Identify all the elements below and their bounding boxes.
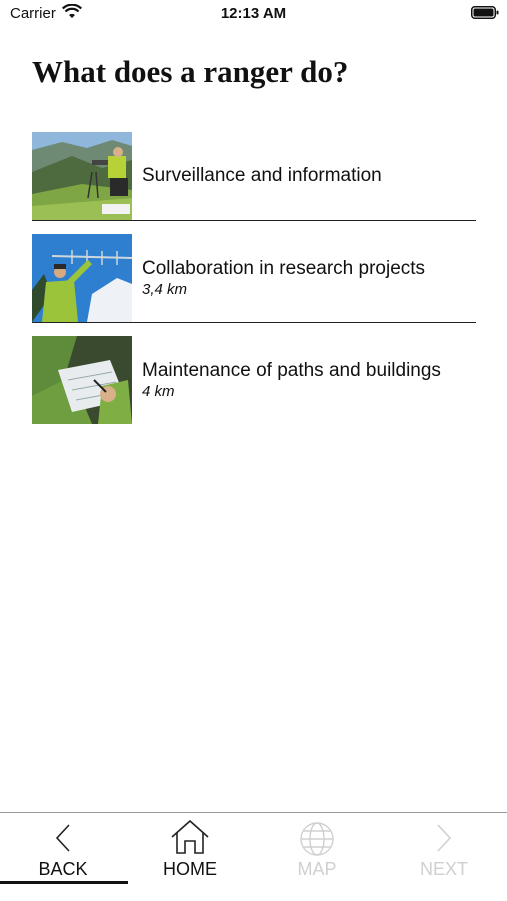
ranger-research-photo (32, 234, 132, 322)
status-time: 12:13 AM (220, 5, 287, 22)
tab-next[interactable]: NEXT (381, 813, 507, 885)
item-title: Collaboration in research projects (142, 257, 426, 279)
item-title: Maintenance of paths and buildings (142, 359, 441, 381)
ranger-surveillance-photo (32, 132, 132, 220)
ranger-activities-list: Surveillance and information Collaborati… (32, 131, 476, 436)
status-bar: Carrier 12:13 AM (0, 0, 507, 30)
tab-label: MAP (297, 859, 337, 879)
active-tab-indicator (0, 881, 128, 884)
globe-icon (300, 822, 334, 856)
tab-back[interactable]: BACK (0, 813, 128, 885)
tab-label: BACK (38, 859, 88, 879)
list-item-maintenance[interactable]: Maintenance of paths and buildings 4 km (32, 335, 476, 424)
tab-home[interactable]: HOME (127, 813, 253, 885)
chevron-left-icon (55, 824, 70, 852)
tab-label: NEXT (419, 859, 468, 879)
tab-label: HOME (163, 859, 217, 879)
item-title: Surveillance and information (142, 164, 382, 186)
item-distance: 4 km (142, 382, 175, 400)
list-item-research[interactable]: Collaboration in research projects 3,4 k… (32, 233, 476, 323)
tab-map[interactable]: MAP (254, 813, 380, 885)
ranger-maintenance-photo (32, 336, 132, 424)
chevron-right-icon (437, 824, 452, 852)
home-icon (171, 819, 209, 854)
bottom-tab-bar: BACK HOME MAP NEXT (0, 812, 507, 901)
item-distance: 3,4 km (142, 280, 188, 298)
battery-icon (471, 6, 499, 19)
list-item-surveillance[interactable]: Surveillance and information (32, 131, 476, 221)
page-title: What does a ranger do? (32, 54, 349, 89)
